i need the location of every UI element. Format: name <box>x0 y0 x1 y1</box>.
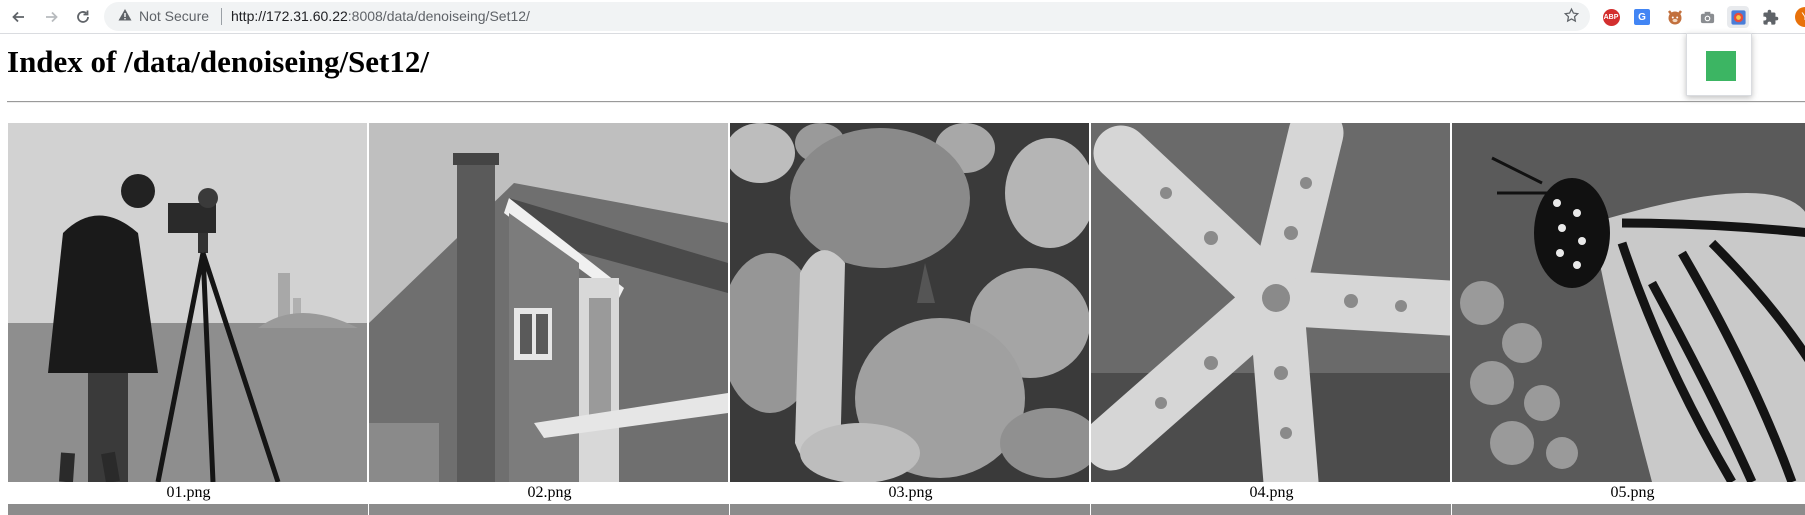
puzzle-icon[interactable] <box>1759 6 1781 28</box>
url-text[interactable]: http://172.31.60.22:8008/data/denoiseing… <box>231 8 530 24</box>
google-translate-icon[interactable]: G <box>1631 6 1653 28</box>
thumbnail-caption[interactable]: 01.png <box>8 484 369 502</box>
security-label[interactable]: Not Secure <box>139 8 209 24</box>
fox-extension-icon[interactable] <box>1664 6 1686 28</box>
profile-avatar[interactable]: Y <box>1795 7 1805 27</box>
thumbnail-caption[interactable]: 02.png <box>369 484 730 502</box>
color-swatch[interactable] <box>1706 51 1736 81</box>
thumbnail-monarch-butterfly[interactable] <box>1452 123 1805 482</box>
address-bar[interactable]: Not Secure http://172.31.60.22:8008/data… <box>104 2 1590 31</box>
thumbnail-caption[interactable]: 04.png <box>1091 484 1452 502</box>
forward-icon[interactable] <box>40 6 62 28</box>
thumbnail-caption[interactable]: 05.png <box>1452 484 1805 502</box>
url-host: http://172.31.60.22 <box>231 8 348 24</box>
warning-icon <box>118 8 132 25</box>
thumbnail-next-row[interactable] <box>369 504 729 515</box>
thumbnail-caption[interactable]: 03.png <box>730 484 1091 502</box>
camera-icon[interactable] <box>1696 6 1718 28</box>
bookmark-star-icon[interactable] <box>1563 7 1580 27</box>
thumbnail-next-row[interactable] <box>1091 504 1451 515</box>
thumbnail-house[interactable] <box>369 123 728 482</box>
omnibox-divider <box>221 8 222 25</box>
extension-popup <box>1686 33 1752 96</box>
page-title: Index of /data/denoiseing/Set12/ <box>7 44 429 79</box>
browser-toolbar: Not Secure http://172.31.60.22:8008/data… <box>0 0 1805 34</box>
url-path: :8008/data/denoiseing/Set12/ <box>347 8 530 24</box>
horizontal-rule <box>7 101 1805 103</box>
thumbnail-cameraman[interactable] <box>8 123 367 482</box>
adblock-icon[interactable]: ABP <box>1600 6 1622 28</box>
thumbnail-peppers[interactable] <box>730 123 1089 482</box>
thumbnail-next-row[interactable] <box>8 504 368 515</box>
color-picker-extension-icon[interactable] <box>1727 6 1749 28</box>
thumbnail-next-row[interactable] <box>730 504 1090 515</box>
thumbnail-starfish[interactable] <box>1091 123 1450 482</box>
thumbnail-next-row[interactable] <box>1452 504 1805 515</box>
reload-icon[interactable] <box>72 6 94 28</box>
back-icon[interactable] <box>8 6 30 28</box>
